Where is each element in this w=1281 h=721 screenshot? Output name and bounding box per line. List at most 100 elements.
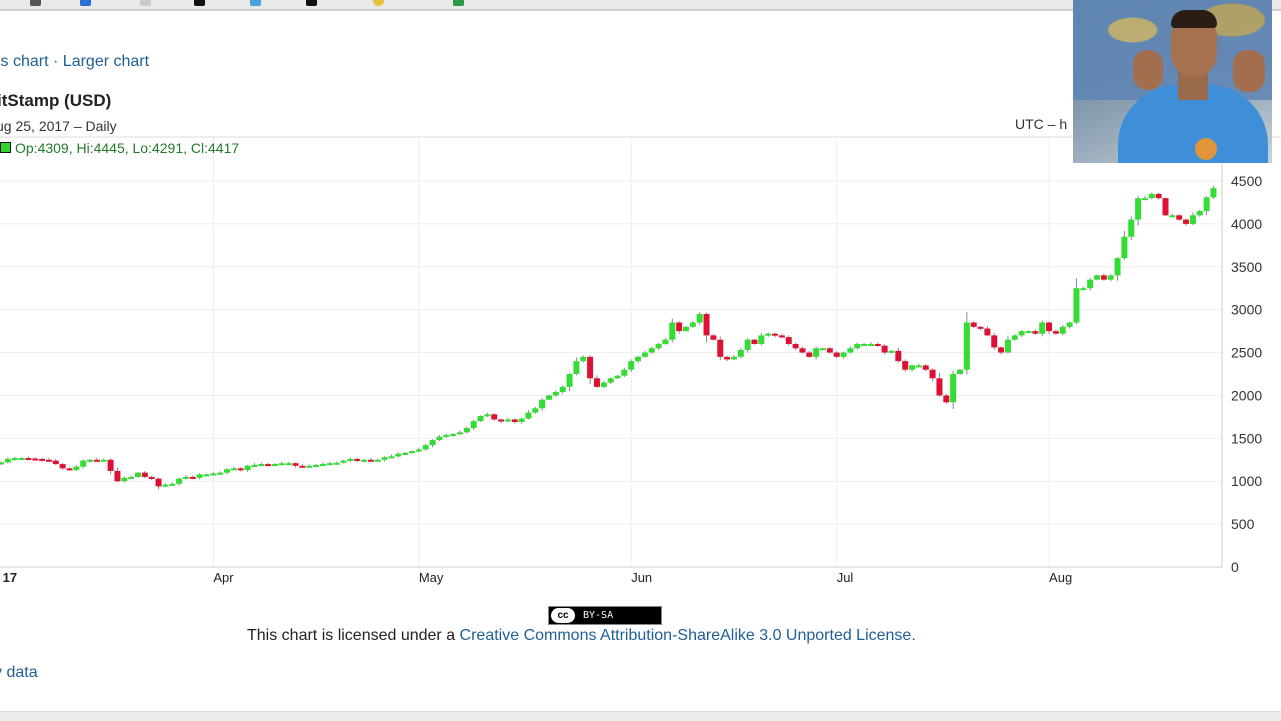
- candle-body: [141, 472, 148, 477]
- candle-body: [25, 458, 32, 461]
- candle-body: [1203, 197, 1210, 212]
- candle-body: [943, 395, 950, 403]
- candle-body: [655, 343, 662, 349]
- candle-body: [1135, 198, 1142, 220]
- candle-body: [196, 474, 203, 478]
- candle-body: [765, 333, 772, 336]
- license-text: This chart is licensed under a Creative …: [247, 627, 916, 645]
- y-tick-label: 2500: [1231, 345, 1262, 361]
- candle-body: [854, 343, 861, 349]
- candle-body: [1196, 211, 1203, 216]
- candle-body: [826, 348, 833, 353]
- raw-data-link[interactable]: v data: [0, 664, 38, 682]
- candle-body: [39, 458, 46, 461]
- candle-body: [957, 369, 963, 374]
- candle-body: [703, 313, 710, 336]
- candle-body: [607, 378, 614, 383]
- candle-body: [87, 459, 94, 462]
- candle-body: [182, 476, 189, 479]
- x-tick-label: Aug: [1049, 570, 1072, 585]
- candle-body: [751, 339, 758, 344]
- license-link[interactable]: Creative Commons Attribution-ShareAlike …: [460, 627, 916, 644]
- candle-body: [689, 322, 696, 327]
- candle-body: [662, 339, 669, 344]
- x-tick-label: r 17: [0, 570, 17, 585]
- candle-body: [402, 452, 409, 455]
- candle-body: [450, 434, 457, 437]
- candle-body: [984, 328, 991, 336]
- candle-body: [429, 440, 436, 446]
- x-tick-label: Apr: [213, 570, 234, 585]
- candle-body: [251, 464, 258, 467]
- shirt-logo: [1195, 138, 1217, 160]
- candle-body: [1148, 193, 1155, 199]
- cc-icon: cc: [551, 608, 575, 623]
- candle-body: [1004, 339, 1011, 353]
- candle-body: [443, 434, 450, 437]
- candle-body: [1066, 322, 1073, 327]
- candle-body: [319, 464, 326, 467]
- candle-body: [1094, 275, 1100, 280]
- candle-body: [45, 459, 52, 462]
- candle-body: [806, 352, 813, 357]
- candle-body: [758, 335, 765, 344]
- candle-body: [888, 350, 895, 353]
- candle-body: [1039, 322, 1046, 334]
- webcam-overlay: [1073, 0, 1272, 163]
- candle-body: [710, 335, 717, 340]
- x-tick-label: May: [419, 570, 444, 585]
- candle-body: [1018, 331, 1025, 336]
- candle-body: [1210, 188, 1217, 198]
- presenter-hand: [1133, 50, 1163, 90]
- license-prefix: This chart is licensed under a: [247, 627, 460, 644]
- candle-body: [409, 451, 415, 454]
- candle-body: [539, 399, 546, 409]
- candle-body: [621, 369, 628, 376]
- candle-body: [600, 382, 607, 387]
- candle-body: [285, 463, 292, 466]
- y-tick-label: 4500: [1231, 173, 1262, 189]
- candle-body: [176, 478, 183, 484]
- candle-body: [881, 345, 888, 353]
- candle-body: [1183, 219, 1190, 224]
- candle-body: [504, 419, 511, 422]
- candle-body: [1169, 215, 1176, 218]
- candle-body: [573, 361, 580, 374]
- candle-body: [511, 419, 518, 423]
- candle-body: [128, 476, 135, 479]
- y-tick-label: 3000: [1231, 302, 1262, 318]
- candle-body: [456, 432, 463, 435]
- candle-body: [648, 348, 655, 353]
- candle-body: [730, 356, 737, 360]
- candle-body: [100, 459, 107, 462]
- candle-body: [744, 339, 751, 350]
- presenter-hand: [1233, 50, 1265, 92]
- candle-body: [724, 356, 731, 360]
- candle-body: [669, 322, 676, 340]
- candle-body: [867, 343, 874, 346]
- candle-body: [59, 464, 66, 469]
- cc-license-badge[interactable]: cc BY-SA: [548, 606, 662, 625]
- candle-body: [532, 408, 539, 413]
- candle-body: [785, 337, 792, 344]
- candle-body: [313, 464, 320, 467]
- candle-body: [778, 335, 785, 338]
- candle-body: [80, 460, 87, 467]
- candle-body: [895, 350, 902, 362]
- candle-body: [915, 365, 922, 368]
- candle-body: [518, 418, 525, 423]
- candle-body: [1025, 331, 1032, 334]
- candle-body: [155, 478, 162, 487]
- candle-body: [1011, 335, 1018, 340]
- candle-body: [593, 378, 600, 387]
- candle-body: [820, 348, 826, 351]
- candle-body: [1107, 275, 1114, 280]
- candle-body: [1141, 198, 1148, 201]
- presenter-hair: [1171, 10, 1217, 28]
- candle-body: [361, 459, 368, 462]
- candle-body: [498, 419, 505, 422]
- candle-body: [217, 472, 224, 475]
- candle-body: [792, 343, 799, 349]
- candle-body: [717, 339, 724, 357]
- candle-body: [1162, 198, 1169, 216]
